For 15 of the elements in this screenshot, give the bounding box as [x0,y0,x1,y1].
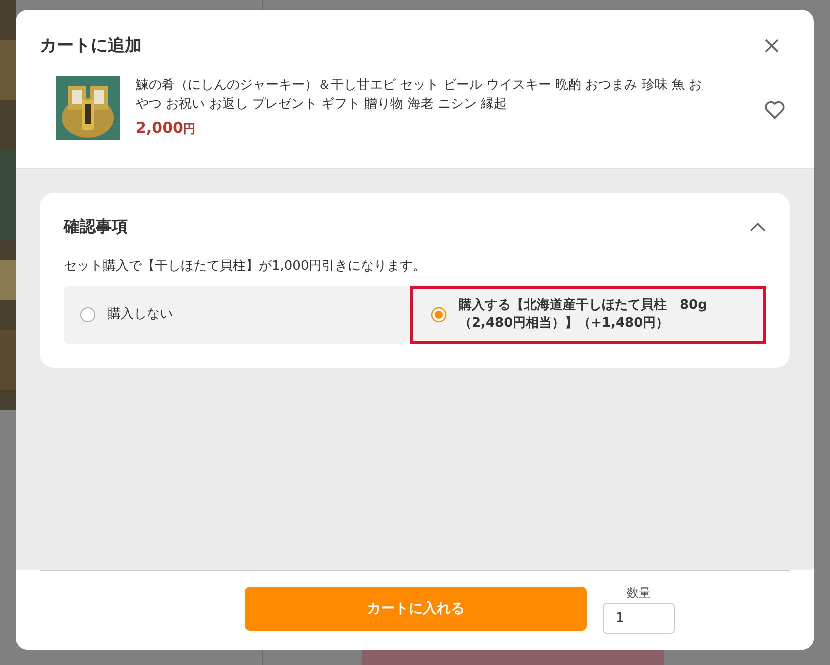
radio-option[interactable]: 購入しない [64,286,410,344]
heart-icon[interactable] [764,100,786,120]
quantity-label: 数量 [627,586,651,600]
product-price: 2,000 [136,118,184,136]
section-title: 確認事項 [64,216,128,238]
radio-icon [431,307,447,323]
product-name[interactable]: 鰊の肴（にしんのジャーキー）＆干し甘エビ セット ビール ウイスキー 晩酌 おつまみ 珍味 魚 おやつ お祝い お返し プレゼント ギフト 贈り物 海老 ニシン 縁起 [136,76,711,114]
currency-label: 円 [183,122,196,136]
radio-icon [80,307,96,323]
quantity-field[interactable]: 1 [603,603,675,634]
radio-option[interactable]: 購入する【北海道産干しほたて貝柱 80g（2,480円相当）】（+1,480円） [410,286,766,344]
close-icon[interactable] [764,38,780,54]
chevron-icon[interactable] [750,222,766,232]
discount-note: セット購入で【干しほたて貝柱】が1,000円引きになります。 [64,258,428,276]
dialog-title: カートに追加 [40,35,142,58]
